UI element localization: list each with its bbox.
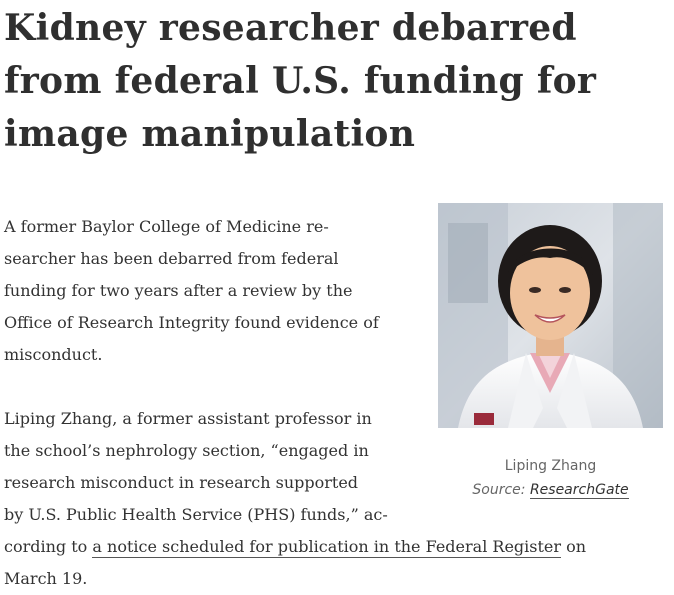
paragraph-line: funding for two years after a review by … — [4, 281, 353, 300]
article-paragraph-intro: A former Baylor College of Medicine re- … — [4, 211, 424, 371]
paragraph-line: A former Baylor College of Medicine re- — [4, 217, 329, 236]
paragraph-line: by U.S. Public Health Service (PHS) fund… — [4, 505, 388, 524]
article-title: Kidney researcher debarred from federal … — [4, 7, 597, 155]
figure-caption-name: Liping Zhang — [504, 458, 597, 474]
paragraph-line: misconduct. — [4, 345, 103, 364]
paragraph-line: March 19. — [4, 569, 88, 588]
researchgate-source-link[interactable]: ResearchGate — [529, 482, 629, 499]
paragraph-text: cording to — [4, 537, 93, 556]
source-label: Source: — [472, 482, 530, 498]
paragraph-line: Office of Research Integrity found evide… — [4, 313, 379, 332]
paragraph-text: on — [561, 537, 587, 556]
figure-caption-source: Source: ResearchGate — [438, 482, 663, 499]
paragraph-line: cording to a notice scheduled for public… — [4, 531, 664, 563]
article-paragraph-details: Liping Zhang, a former assistant profess… — [4, 403, 664, 595]
portrait-figure — [438, 203, 663, 428]
paragraph-line: searcher has been debarred from federal — [4, 249, 339, 268]
federal-register-notice-link[interactable]: a notice scheduled for publication in th… — [92, 537, 562, 558]
portrait-photo — [438, 203, 663, 428]
